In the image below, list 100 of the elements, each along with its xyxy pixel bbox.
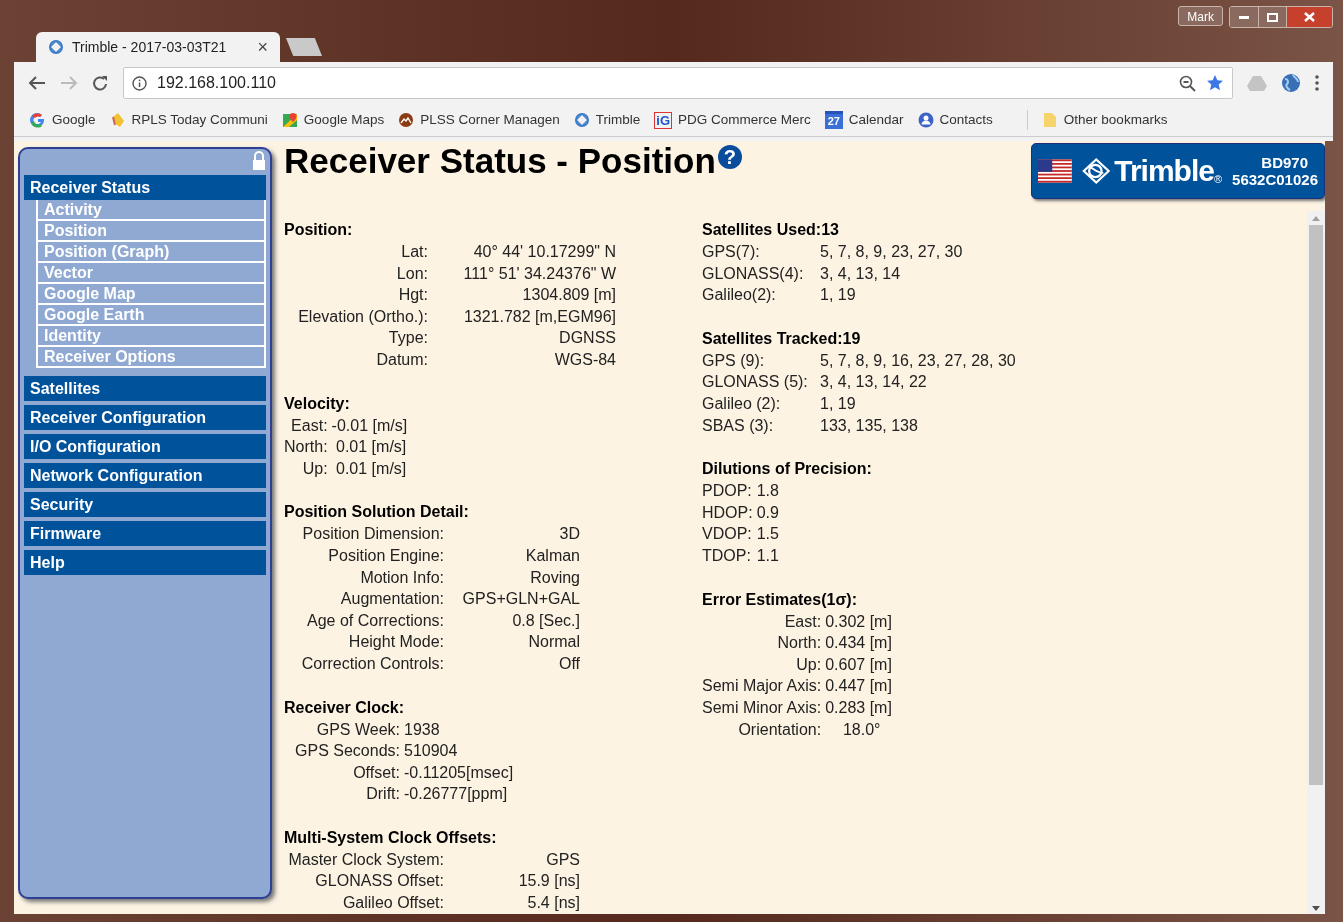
field-label: SBAS (3): [702, 415, 775, 436]
menu-icon[interactable] [1315, 75, 1319, 91]
bookmark-link[interactable]: PLSS Corner Managen [398, 109, 560, 131]
help-button[interactable]: ? [717, 145, 742, 169]
field-label: Motion Info: [359, 567, 445, 588]
zoom-out-icon[interactable] [1179, 74, 1196, 92]
field-label: Height Mode: [347, 632, 445, 653]
bookmark-label: PLSS Corner Managen [420, 110, 560, 129]
tab-title: Trimble - 2017-03-03T21 [72, 37, 228, 57]
star-icon[interactable] [1206, 74, 1224, 92]
section-heading: Satellites Tracked:19 [702, 328, 862, 349]
reload-icon[interactable] [92, 74, 109, 92]
field-value: 0.01 [m/s] [335, 437, 408, 458]
close-tab-button[interactable]: × [257, 38, 268, 56]
field-label: Offset: [352, 762, 401, 783]
field-value: -0.26777[ppm] [404, 784, 509, 805]
scroll-thumb[interactable] [1309, 225, 1323, 785]
field-value: 133, 135, 138 [820, 415, 919, 436]
section-heading: Dilutions of Precision: [702, 459, 873, 480]
field-label: GPS Seconds: [294, 741, 401, 762]
bookmark-link[interactable]: Other bookmarks [1041, 109, 1168, 131]
field-value: WGS-84 [553, 349, 616, 370]
bookmark-link[interactable]: RPLS Today Communi [109, 109, 268, 131]
address-field[interactable]: 192.168.100.110 [123, 67, 1233, 99]
menu-header[interactable]: Satellites [24, 376, 266, 401]
page-title: Receiver Status - Position [284, 143, 716, 179]
menu-header[interactable]: Receiver Status [24, 175, 266, 200]
close-button[interactable] [1286, 7, 1332, 27]
field-label: HDOP: [702, 502, 754, 523]
bookmark-label: Contacts [939, 110, 993, 129]
section-heading: Error Estimates(1σ): [702, 589, 858, 610]
bookmark-label: Other bookmarks [1063, 110, 1168, 129]
field-label: Up: [795, 654, 823, 675]
swirl-icon [48, 39, 64, 55]
close-icon [1304, 12, 1315, 22]
field-label: Augmentation: [339, 589, 445, 610]
new-tab-button[interactable] [286, 38, 322, 56]
bookmark-link[interactable]: Contacts [917, 109, 993, 131]
bookmark-label: Trimble [595, 110, 641, 129]
field-value: 1.5 [756, 524, 779, 545]
menu-header[interactable]: Network Configuration [24, 463, 266, 488]
logo-icon: iG [654, 111, 672, 129]
menu-header[interactable]: Security [24, 492, 266, 517]
brand-name: Trimble [1114, 154, 1214, 188]
field-label: Galileo (2): [702, 393, 782, 414]
field-value: DGNSS [558, 328, 616, 349]
browser-tab[interactable]: Trimble - 2017-03-03T21 × [36, 32, 280, 62]
back-icon[interactable] [28, 75, 46, 91]
field-label: Position Dimension: [301, 524, 445, 545]
mountain-icon [398, 112, 415, 128]
bookmark-link[interactable]: Google [30, 109, 96, 131]
field-value: 1321.782 [m,EGM96] [462, 306, 616, 327]
field-label: Galileo(2): [702, 285, 777, 306]
person-icon [917, 112, 934, 128]
field-value: 0.434 [m] [825, 633, 892, 654]
scroll-down-icon[interactable] [1312, 906, 1320, 911]
bookmark-link[interactable]: iG PDG Commerce Merc [654, 109, 811, 131]
field-value: 0.447 [m] [825, 676, 892, 697]
field-value: 1.1 [756, 545, 779, 566]
menu-header[interactable]: I/O Configuration [24, 434, 266, 459]
model-number: BD970 [1261, 154, 1308, 171]
bookmark-link[interactable]: Google Maps [281, 109, 385, 131]
field-label: GLONASS Offset: [314, 871, 445, 892]
section-heading: Velocity: [284, 393, 351, 414]
section-heading: Multi-System Clock Offsets: [284, 827, 498, 848]
flag-icon [1038, 158, 1072, 184]
bookmark-link[interactable]: Trimble [573, 109, 641, 131]
folder-icon [1041, 112, 1058, 128]
menu-header[interactable]: Firmware [24, 521, 266, 546]
globe-icon[interactable] [1281, 73, 1301, 93]
google-icon [30, 112, 46, 128]
map-pin-icon [281, 112, 298, 128]
field-value: Off [557, 653, 580, 674]
maximize-button[interactable] [1258, 7, 1286, 27]
field-value: 1, 19 [820, 393, 857, 414]
section-heading: Position: [284, 220, 354, 240]
scrollbar[interactable] [1307, 211, 1325, 914]
field-label: Galileo Offset: [341, 893, 445, 914]
section-heading: Receiver Clock: [284, 697, 406, 718]
field-label: Hgt: [397, 285, 429, 306]
url-text: 192.168.100.110 [157, 73, 277, 93]
field-label: Position Engine: [327, 545, 445, 566]
minimize-icon [1239, 15, 1249, 19]
field-value: 0.607 [m] [825, 654, 892, 675]
info-icon[interactable] [132, 75, 147, 91]
field-value: 3, 4, 13, 14 [820, 263, 902, 284]
bookmark-label: Google Maps [303, 110, 385, 129]
field-label: Orientation: [737, 719, 823, 740]
field-label: Lat: [400, 242, 429, 262]
profile-button[interactable]: Mark [1178, 6, 1223, 26]
field-value: 0.8 [Sec.] [511, 610, 580, 631]
menu-header[interactable]: Help [24, 550, 266, 575]
field-value: 5.4 [ns] [526, 893, 580, 914]
bookmark-link[interactable]: 27 Calendar [824, 109, 904, 131]
menu-header[interactable]: Receiver Configuration [24, 405, 266, 430]
minimize-button[interactable] [1230, 7, 1258, 27]
field-value: 3, 4, 13, 14, 22 [820, 372, 928, 393]
logo-icon [1081, 156, 1111, 186]
field-label: Datum: [375, 349, 429, 370]
field-label: Semi Minor Axis: [702, 697, 823, 718]
